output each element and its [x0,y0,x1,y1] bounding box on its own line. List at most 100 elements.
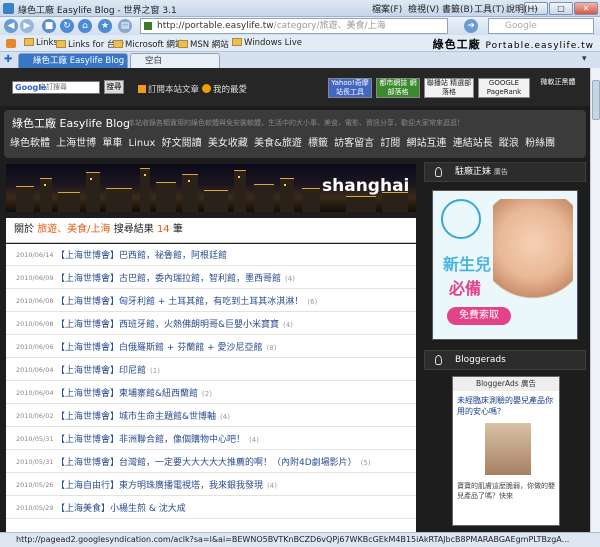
home-icon[interactable]: ⌂ [78,19,92,33]
bloggerads-image [485,423,531,475]
subscribe-link[interactable]: 訂閱本站文章 [138,83,199,95]
post-row[interactable]: 2010/06/08 【上海世博會】匈牙利館 + 土耳其館，有吃到土耳其冰淇淋！(… [6,290,416,312]
ad-must-have-text: 必備 [449,279,482,298]
post-row[interactable]: 2010/05/29 【上海美食】小楊生煎 & 沈大成 [6,497,416,519]
post-title[interactable]: 【上海世博會】印尼館 (1) [56,363,160,376]
comment-count: (5) [360,459,371,467]
post-row[interactable]: 2010/06/14 【上海世博會】巴西館，祕魯館，阿根廷館 [6,244,416,266]
search-result-header: 關於 旅遊、美食/上海 搜尋結果 14 筆 [6,218,416,243]
comment-count: (4) [285,275,295,283]
bookmark-microsoft[interactable]: Microsoft 網站 [113,38,183,50]
post-date: 2010/05/26 [16,481,54,489]
url-path: /category/旅遊、美食/上海 [273,21,386,31]
post-date: 2010/06/04 [16,366,54,374]
post-row[interactable]: 2010/06/06 【上海世博會】白俄羅斯館 + 芬蘭館 + 愛沙尼亞館 (8) [6,336,416,358]
baby-image [493,199,573,309]
menu-view[interactable]: 檢視(V) [408,2,439,15]
rss-icon [138,85,146,93]
favorite-link[interactable]: 我的最愛 [202,83,247,95]
web-page: Google 自訂搜尋 搜尋 訂閱本站文章 我的最愛 Yahoo!奇摩 站長工具 … [0,68,590,532]
scroll-thumb[interactable] [592,80,600,120]
bookmarks-bar: Links Links for 台灣 Microsoft 網站 MSN 網站 W… [0,35,600,52]
google-search-input[interactable]: Google 自訂搜尋 [12,81,100,94]
badge-yahoo[interactable]: Yahoo!奇摩 站長工具 [328,78,372,98]
post-title[interactable]: 【上海世博會】台灣館，一定要大大大大大推薦的啊！（內附4D劇場影片） (5) [56,455,371,468]
go-icon[interactable]: ➜ [464,19,478,33]
comment-count: (1) [150,367,160,375]
back-icon[interactable]: ◀ [4,19,18,33]
ad-free-button[interactable]: 免費索取 [447,307,511,325]
bookmark-windows-live[interactable]: Windows Live [232,38,302,48]
menu-tools[interactable]: 工具(T) [474,2,505,15]
comment-count: (4) [249,436,259,444]
site-nav-menu[interactable]: 綠色軟體 上海世博 單車 Linux 好文閱讀 美女收藏 美食&旅遊 標籤 訪客… [10,134,555,149]
post-date: 2010/06/02 [16,412,54,420]
tab-list-icon[interactable]: ▾ [582,54,587,64]
post-row[interactable]: 2010/06/04 【上海世博會】柬埔寨館&紐西蘭館 (2) [6,382,416,404]
comment-count: (8) [266,344,277,352]
vertical-scrollbar[interactable] [590,68,600,532]
banner-city-label: shanghai [322,176,410,196]
site-description: 本站收錄各類實用的綠色軟體與免安裝軟體，生活中的大小事、美食、電影、資訊分享，歡… [128,119,464,127]
post-title[interactable]: 【上海世博會】匈牙利館 + 土耳其館，有吃到土耳其冰淇淋！ (6) [56,294,317,307]
bloggerads-head: BloggerAds 廣告 [453,377,559,391]
post-title[interactable]: 【上海世博會】柬埔寨館&紐西蘭館 (2) [56,386,212,399]
post-title[interactable]: 【上海世博會】巴西館，祕魯館，阿根廷館 [56,248,231,261]
status-bar: http://pagead2.googlesyndication.com/acl… [0,532,600,547]
bookmark-star-icon[interactable]: ★ [98,19,112,33]
ad-bloggerads[interactable]: BloggerAds 廣告 未經臨床測驗的嬰兒產品你用的安心嗎？ 寶寶的肌膚這麼… [452,376,560,526]
navigation-toolbar: ◀ ▶ ■ ↻ ⌂ ★ ▤ http://portable.easylife.t… [0,17,600,35]
tab-easylife[interactable]: 綠色工廠 Easylife Blog [18,53,128,68]
post-row[interactable]: 2010/06/09 【上海世博會】古巴館，委內瑞拉館，智利館，墨西哥館 (4) [6,267,416,289]
post-title[interactable]: 【上海世博會】西班牙館，火熱佛朗明哥&巨嬰小米寶寶 (4) [56,317,293,330]
post-title[interactable]: 【上海自由行】東方明珠廣播電視塔，我來銀我發現 (4) [56,478,277,491]
badge-network[interactable]: 聯播站 精選部落格 [424,78,474,98]
google-search-button[interactable]: 搜尋 [104,80,124,94]
search-input[interactable]: Google [488,18,594,34]
url-host: http://portable.easylife.tw [157,21,274,31]
bookmark-links[interactable]: Links [24,38,58,48]
post-row[interactable]: 2010/06/02 【上海世博會】城市生命主題館&世博軸 (4) [6,405,416,427]
menu-bookmarks[interactable]: 書籤(B) [442,2,473,15]
stop-icon[interactable]: ■ [42,19,56,33]
post-date: 2010/05/29 [16,504,54,512]
post-row[interactable]: 2010/06/04 【上海世博會】印尼館 (1) [6,359,416,381]
forward-icon[interactable]: ▶ [20,19,34,33]
star-icon [202,84,211,93]
comment-count: (4) [283,321,293,329]
post-row[interactable]: 2010/05/31 【上海世博會】台灣館，一定要大大大大大推薦的啊！（內附4D劇… [6,451,416,473]
badge-pagerank[interactable]: GOOGLE PageRank [478,78,530,98]
post-row[interactable]: 2010/05/26 【上海自由行】東方明珠廣播電視塔，我來銀我發現 (4) [6,474,416,496]
post-title[interactable]: 【上海世博會】城市生命主題館&世博軸 (4) [56,409,230,422]
site-top-bar: Google 自訂搜尋 搜尋 訂閱本站文章 我的最愛 Yahoo!奇摩 站長工具 … [0,68,590,106]
badge-blog-city[interactable]: 都市網誌 網部落格 [376,78,420,98]
post-row[interactable]: 2010/05/31 【上海世博會】非洲聯合館，像個購物中心吧！ (4) [6,428,416,450]
folder-icon [178,40,188,48]
tab-blank[interactable]: 空白 [130,53,220,68]
window-title: 綠色工廠 Easylife Blog - 世界之窗 3.1 [18,6,177,16]
post-row[interactable]: 2010/06/08 【上海世博會】西班牙館，火熱佛朗明哥&巨嬰小米寶寶 (4) [6,313,416,335]
post-title[interactable]: 【上海美食】小楊生煎 & 沈大成 [56,501,190,514]
result-count: 14 [156,224,170,235]
bloggerads-body: 寶寶的肌膚這麼脆弱，你做的嬰兒產品了嗎？快來 [457,482,555,500]
bloggerads-headline[interactable]: 未經臨床測驗的嬰兒產品你用的安心嗎？ [457,395,557,417]
ad-baby[interactable]: 新生兒 必備 免費索取 [432,190,578,340]
comment-count: (4) [267,482,277,490]
post-title[interactable]: 【上海世博會】古巴館，委內瑞拉館，智利館，墨西哥館 (4) [56,271,295,284]
menu-file[interactable]: 檔案(F) [372,2,402,15]
page-icon[interactable]: ▤ [118,19,132,33]
close-button[interactable]: ✕ [574,2,598,15]
site-title[interactable]: 綠色工廠 Easylife Blog [12,115,130,131]
refresh-icon[interactable]: ↻ [60,19,74,33]
maximize-button[interactable]: □ [549,2,573,15]
folder-icon [232,38,242,46]
menu-help[interactable]: 說明(H) [506,2,538,15]
favorites-icon[interactable] [6,39,16,48]
post-title[interactable]: 【上海世博會】白俄羅斯館 + 芬蘭館 + 愛沙尼亞館 (8) [56,340,276,353]
status-url: http://pagead2.googlesyndication.com/acl… [16,535,570,544]
post-title[interactable]: 【上海世博會】非洲聯合館，像個購物中心吧！ (4) [56,432,259,445]
post-date: 2010/06/14 [16,251,54,259]
new-tab-icon[interactable]: ✚ [4,54,12,65]
bookmark-msn[interactable]: MSN 網站 [178,38,229,50]
address-bar[interactable]: http://portable.easylife.tw/category/旅遊、… [140,18,448,34]
